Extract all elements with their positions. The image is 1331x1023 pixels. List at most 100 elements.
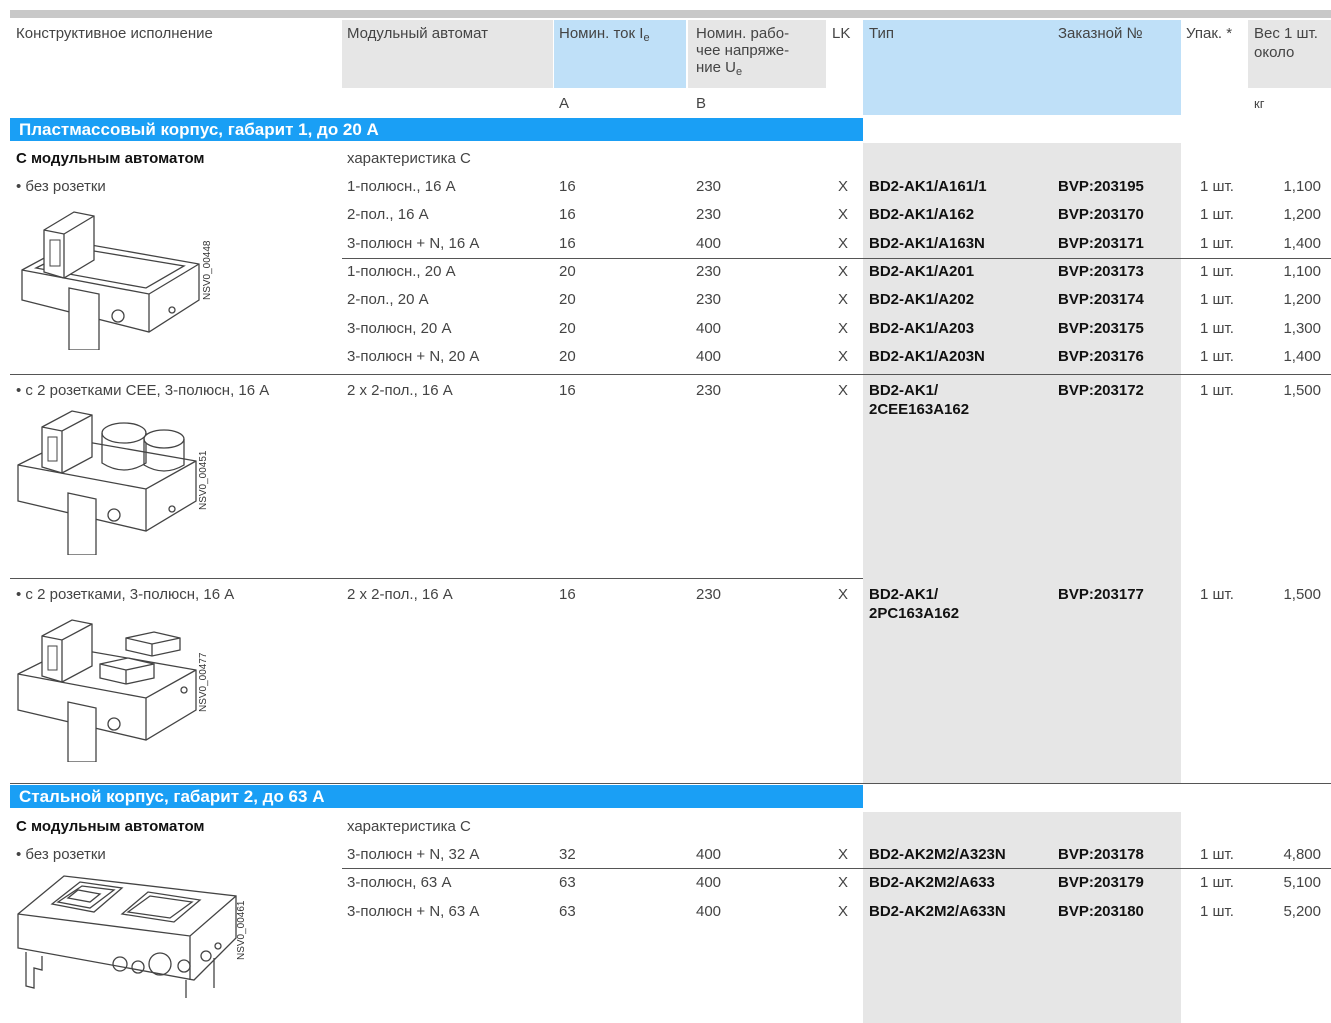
voltage-cell: 400 [696,348,722,365]
type-cell-line2: 2CEE163A162 [869,401,970,418]
top-rule [10,10,1331,18]
current-cell: 20 [559,291,576,308]
mcb-cell: 2-пол., 20 А [347,291,429,308]
pack-cell: 1 шт. [1200,382,1234,399]
type-cell: BD2-AK1/A161/1 [869,178,987,195]
lk-cell: X [838,178,849,195]
order-cell: BVP:203178 [1058,846,1144,863]
header-voltage-3-label: ние U [696,59,737,76]
mcb-cell: 1-полюсн., 20 А [347,263,456,280]
type-cell: BD2-AK2M2/A633N [869,903,1006,920]
weight-cell: 5,100 [1283,874,1321,891]
pack-cell: 1 шт. [1200,348,1234,365]
header-current-sub: e [643,32,650,44]
current-cell: 20 [559,263,576,280]
voltage-cell: 400 [696,903,722,920]
voltage-cell: 400 [696,874,722,891]
pack-cell: 1 шт. [1200,263,1234,280]
weight-cell: 1,500 [1283,586,1321,603]
order-cell: BVP:203172 [1058,382,1144,399]
cee-sockets-label: • с 2 розетками CEE, 3-полюсн, 16 А [16,382,270,399]
header-lk: LK [832,25,851,42]
section-title-plastic: Пластмассовый корпус, габарит 1, до 20 А [10,118,863,141]
mcb-cell: 3-полюсн, 20 А [347,320,452,337]
mcb-cell: 3-полюсн + N, 32 А [347,846,480,863]
image-code-3: NSV0_00477 [198,652,209,713]
current-cell: 16 [559,382,576,399]
order-cell: BVP:203180 [1058,903,1144,920]
pack-cell: 1 шт. [1200,291,1234,308]
image-code-2: NSV0_00451 [198,450,209,511]
current-cell: 20 [559,320,576,337]
current-cell: 16 [559,178,576,195]
unit-amp: А [559,95,570,112]
char-c-label: характеристика C [347,150,471,167]
voltage-cell: 230 [696,206,722,223]
type-cell: BD2-AK1/A203N [869,348,985,365]
mcb-cell: 2 x 2-пол., 16 А [347,586,453,603]
mcb-cell: 1-полюсн., 16 А [347,178,456,195]
weight-cell: 1,500 [1283,382,1321,399]
weight-cell: 1,200 [1283,291,1321,308]
voltage-cell: 230 [696,382,722,399]
current-cell: 20 [559,348,576,365]
current-cell: 16 [559,235,576,252]
current-cell: 16 [559,206,576,223]
pack-cell: 1 шт. [1200,320,1234,337]
weight-cell: 1,100 [1283,263,1321,280]
order-cell: BVP:203173 [1058,263,1144,280]
current-cell: 63 [559,874,576,891]
weight-cell: 1,300 [1283,320,1321,337]
current-cell: 32 [559,846,576,863]
header-voltage-sub: e [736,66,743,78]
lk-cell: X [838,382,849,399]
lk-cell: X [838,846,849,863]
order-cell: BVP:203175 [1058,320,1144,337]
header-voltage-2: чее напряже- [696,42,790,59]
type-cell: BD2-AK1/A163N [869,235,985,252]
pack-cell: 1 шт. [1200,874,1234,891]
current-cell: 63 [559,903,576,920]
header-weight-2: около [1254,44,1295,61]
header-voltage-3: ние Ue [696,59,742,81]
mcb-cell: 2 x 2-пол., 16 А [347,382,453,399]
order-cell: BVP:203179 [1058,874,1144,891]
voltage-cell: 230 [696,291,722,308]
current-cell: 16 [559,586,576,603]
pack-cell: 1 шт. [1200,846,1234,863]
lk-cell: X [838,206,849,223]
no-socket-label: • без розетки [16,178,106,195]
order-cell: BVP:203171 [1058,235,1144,252]
type-cell: BD2-AK1/A162 [869,206,975,223]
header-current: Номин. ток Ie [559,25,650,47]
weight-cell: 1,400 [1283,348,1321,365]
lk-cell: X [838,263,849,280]
type-cell: BD2-AK2M2/A633 [869,874,995,891]
lk-cell: X [838,903,849,920]
mcb-cell: 3-полюсн + N, 16 А [347,235,480,252]
lk-cell: X [838,235,849,252]
header-weight-1: Вес 1 шт. [1254,25,1318,42]
no-socket-label-2: • без розетки [16,846,106,863]
type-cell-line2: 2PC163A162 [869,605,960,622]
weight-cell: 1,100 [1283,178,1321,195]
voltage-cell: 400 [696,320,722,337]
lk-cell: X [838,874,849,891]
lk-cell: X [838,348,849,365]
header-pack: Упак. * [1186,25,1233,42]
type-cell: BD2-AK1/A202 [869,291,975,308]
mcb-cell: 2-пол., 16 А [347,206,429,223]
type-cell: BD2-AK1/A201 [869,263,975,280]
with-mcb-label-2: С модульным автоматом [16,818,205,835]
type-cell: BD2-AK1/A203 [869,320,975,337]
image-code-1: NSV0_00448 [202,240,213,301]
lk-cell: X [838,320,849,337]
voltage-cell: 400 [696,846,722,863]
type-cell: BD2-AK2M2/A323N [869,846,1006,863]
row-divider [342,258,1331,259]
unit-volt: В [696,95,707,112]
pack-cell: 1 шт. [1200,178,1234,195]
header-voltage-1: Номин. рабо- [696,25,790,42]
image-code-4: NSV0_00461 [236,900,247,961]
pack-cell: 1 шт. [1200,235,1234,252]
